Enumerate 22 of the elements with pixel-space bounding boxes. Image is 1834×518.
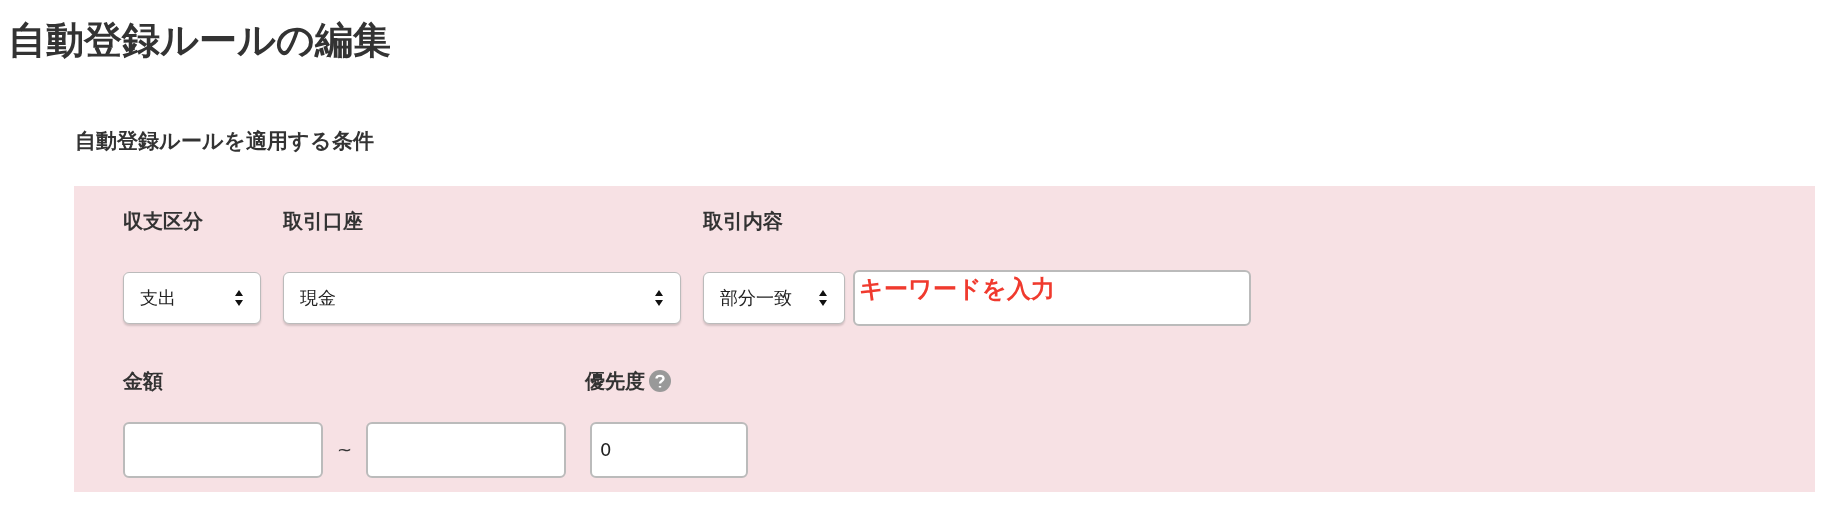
keyword-field[interactable]: キーワードを入力 xyxy=(853,269,1251,326)
field-label: 優先度 xyxy=(585,367,645,395)
dropdown[interactable]: 支出 xyxy=(123,271,261,324)
dropdown-value: 支出 xyxy=(140,286,176,310)
help-icon[interactable] xyxy=(649,369,671,392)
dropdown-value: 現金 xyxy=(300,286,336,310)
input-field[interactable] xyxy=(123,421,323,478)
field-label: 取引口座 xyxy=(283,207,364,235)
dropdown[interactable]: 部分一致 xyxy=(703,271,845,324)
up-down-arrows-icon xyxy=(818,288,828,307)
page-title: 自動登録ルールの編集 xyxy=(7,17,392,64)
dropdown[interactable]: 現金 xyxy=(283,271,681,324)
up-down-arrows-icon xyxy=(654,288,664,307)
field-label: 収支区分 xyxy=(123,207,204,235)
range-separator: ~ xyxy=(337,438,353,462)
up-down-arrows-icon xyxy=(234,288,244,307)
field-label: 取引内容 xyxy=(703,207,784,235)
field-label: 金額 xyxy=(123,367,164,395)
section-heading: 自動登録ルールを適用する条件 xyxy=(75,128,375,155)
input-field[interactable] xyxy=(366,421,567,478)
input-field[interactable]: 0 xyxy=(590,421,749,478)
dropdown-value: 部分一致 xyxy=(720,286,792,310)
